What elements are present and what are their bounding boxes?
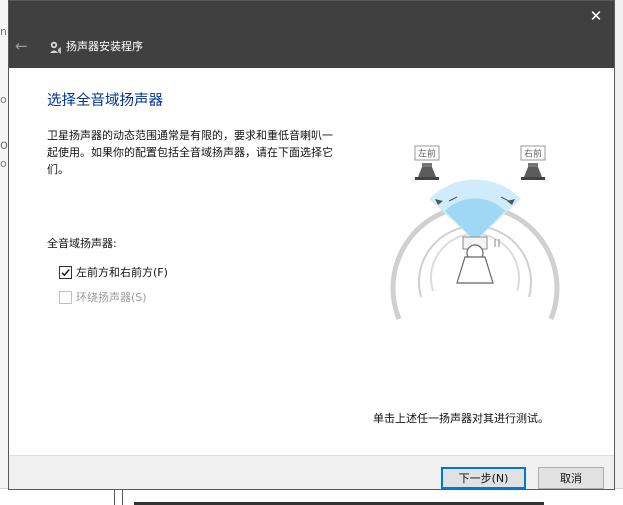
page-heading: 选择全音域扬声器 (47, 93, 163, 109)
background-fragment: o (0, 138, 8, 153)
close-button[interactable]: ✕ (584, 4, 608, 28)
background-window-bottom (0, 488, 623, 505)
speaker-app-icon (50, 41, 61, 54)
surround-speakers-checkbox (59, 290, 72, 304)
dialog-footer: 下一步(N) 取消 (9, 455, 614, 489)
next-button[interactable]: 下一步(N) (441, 467, 526, 489)
back-arrow-button[interactable]: ← (15, 37, 33, 55)
speaker-layout-diagram: 左前 右前 (390, 145, 560, 320)
window-title: 扬声器安装程序 (66, 40, 143, 53)
full-range-group-label: 全音域扬声器: (47, 237, 117, 250)
front-speakers-checkbox[interactable] (59, 265, 72, 279)
surround-speakers-label: 环绕扬声器(S) (76, 291, 147, 304)
background-fragment: o (0, 157, 7, 170)
title-bar: ✕ ← 扬声器安装程序 (9, 1, 614, 68)
background-fragment: o (0, 93, 7, 106)
cancel-button[interactable]: 取消 (538, 467, 604, 489)
front-speakers-label: 左前方和右前方(F) (76, 266, 168, 279)
speaker-setup-dialog: ✕ ← 扬声器安装程序 选择全音域扬声器 卫星扬声器的动态范围通常是有限的，要求… (8, 0, 615, 490)
background-window-edge (0, 0, 8, 505)
front-left-label: 左前 (418, 148, 436, 160)
intro-text: 卫星扬声器的动态范围通常是有限的，要求和重低音喇叭一起使用。如果你的配置包括全音… (47, 129, 333, 176)
test-hint-text: 单击上述任一扬声器对其进行测试。 (373, 412, 549, 425)
checkmark-icon (61, 268, 70, 276)
front-right-label: 右前 (524, 148, 542, 160)
front-left-speaker[interactable]: 左前 (414, 145, 440, 180)
surround-speakers-option: 环绕扬声器(S) (59, 289, 147, 305)
front-right-speaker[interactable]: 右前 (520, 145, 546, 180)
front-speakers-option[interactable]: 左前方和右前方(F) (59, 264, 168, 280)
